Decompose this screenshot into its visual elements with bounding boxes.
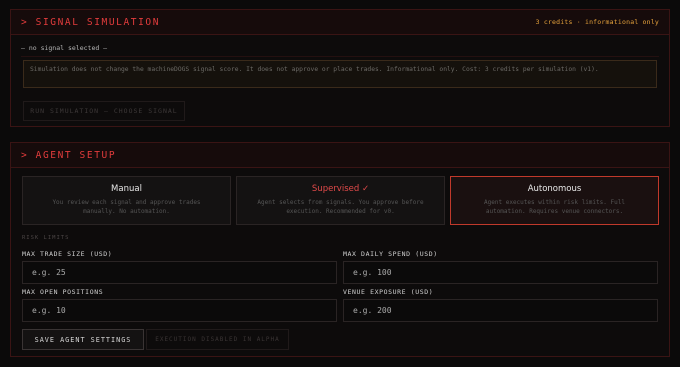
divider [21, 56, 659, 57]
mode-title: Manual [111, 184, 142, 194]
signal-simulation-header: > SIGNAL SIMULATION 3 credits · informat… [11, 10, 669, 35]
max-daily-spend-label: MAX DAILY SPEND (USD) [343, 250, 438, 258]
mode-description: Agent executes within risk limits. Full … [484, 199, 625, 215]
max-daily-spend-input[interactable] [343, 261, 658, 284]
mode-description: Agent selects from signals. You approve … [257, 199, 424, 215]
mode-description: You review each signal and approve trade… [52, 199, 201, 215]
agent-setup-title: > AGENT SETUP [21, 149, 117, 161]
max-trade-size-label: MAX TRADE SIZE (USD) [22, 250, 113, 258]
venue-exposure-label: VENUE EXPOSURE (USD) [343, 288, 434, 296]
mode-card-manual[interactable]: Manual You review each signal and approv… [22, 176, 231, 225]
save-agent-settings-button[interactable]: SAVE AGENT SETTINGS [22, 329, 144, 350]
max-trade-size-input[interactable] [22, 261, 337, 284]
venue-exposure-input[interactable] [343, 299, 658, 322]
execution-disabled-button[interactable]: EXECUTION DISABLED IN ALPHA [146, 329, 289, 350]
simulation-notice: Simulation does not change the machineDO… [23, 60, 657, 88]
agent-setup-panel: > AGENT SETUP Manual You review each sig… [10, 142, 670, 357]
agent-setup-header: > AGENT SETUP [11, 143, 669, 168]
max-open-positions-input[interactable] [22, 299, 337, 322]
signal-selector[interactable]: — no signal selected — [21, 44, 107, 52]
mode-card-supervised[interactable]: Supervised ✓ Agent selects from signals.… [236, 176, 445, 225]
signal-simulation-panel: > SIGNAL SIMULATION 3 credits · informat… [10, 9, 670, 127]
mode-card-autonomous[interactable]: Autonomous Agent executes within risk li… [450, 176, 659, 225]
signal-simulation-title: > SIGNAL SIMULATION [21, 16, 161, 28]
mode-title: Autonomous [527, 184, 582, 194]
mode-selector: Manual You review each signal and approv… [22, 176, 659, 225]
run-simulation-button[interactable]: RUN SIMULATION — CHOOSE SIGNAL [23, 101, 185, 121]
mode-title: Supervised ✓ [311, 184, 370, 194]
risk-limits-label: RISK LIMITS [22, 235, 70, 241]
max-open-positions-label: MAX OPEN POSITIONS [22, 288, 104, 296]
credits-note: 3 credits · informational only [535, 18, 659, 26]
